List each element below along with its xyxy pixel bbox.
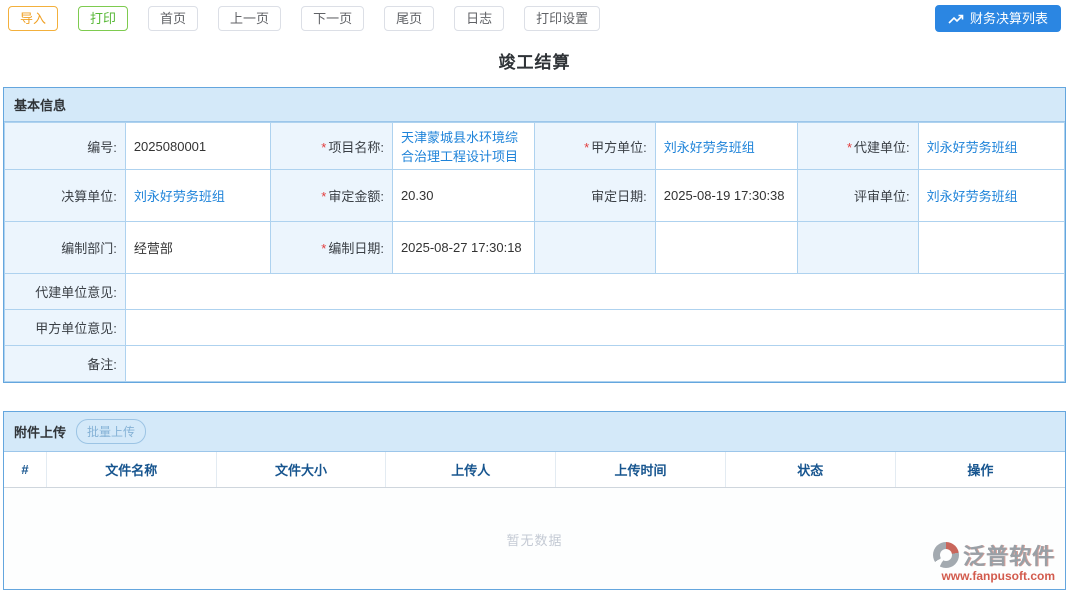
attachments-table: # 文件名称 文件大小 上传人 上传时间 状态 操作 xyxy=(4,452,1065,488)
finance-settlement-list-button[interactable]: 财务决算列表 xyxy=(935,5,1061,32)
empty-value-cell xyxy=(655,222,797,274)
field-settle-unit-label: 决算单位: xyxy=(5,170,126,222)
empty-label-cell xyxy=(797,222,918,274)
review-unit-link[interactable]: 刘永好劳务班组 xyxy=(927,189,1018,204)
field-party-a-opinion-label: 甲方单位意见: xyxy=(5,310,126,346)
prev-page-button[interactable]: 上一页 xyxy=(218,6,281,31)
field-approved-amount-label: *审定金额: xyxy=(271,170,393,222)
party-a-link[interactable]: 刘永好劳务班组 xyxy=(664,140,755,155)
last-page-button[interactable]: 尾页 xyxy=(384,6,434,31)
field-approved-date-label: 审定日期: xyxy=(534,170,655,222)
col-file-name: 文件名称 xyxy=(46,452,216,488)
import-button[interactable]: 导入 xyxy=(8,6,58,31)
empty-state-text: 暂无数据 xyxy=(4,530,1065,549)
col-uploader: 上传人 xyxy=(386,452,556,488)
field-agent-opinion-label: 代建单位意见: xyxy=(5,274,126,310)
page-title: 竣工结算 xyxy=(0,48,1069,73)
batch-upload-button[interactable]: 批量上传 xyxy=(76,419,146,444)
col-actions: 操作 xyxy=(895,452,1065,488)
fanpu-logo-icon xyxy=(933,542,959,568)
field-party-a-label: *甲方单位: xyxy=(534,123,655,170)
field-compile-date-value: 2025-08-27 17:30:18 xyxy=(392,222,534,274)
basic-info-title: 基本信息 xyxy=(14,95,66,114)
field-dept-label: 编制部门: xyxy=(5,222,126,274)
attachments-title: 附件上传 xyxy=(14,422,66,441)
field-code-label: 编号: xyxy=(5,123,126,170)
basic-info-table: 编号: 2025080001 *项目名称: 天津蒙城县水环境综合治理工程设计项目… xyxy=(4,122,1065,382)
attachments-section: 附件上传 批量上传 # 文件名称 文件大小 上传人 上传时间 状态 操作 xyxy=(3,411,1066,590)
watermark-brand: 泛普软件 xyxy=(963,539,1055,571)
print-button[interactable]: 打印 xyxy=(78,6,128,31)
field-remark-value xyxy=(125,346,1064,382)
field-approved-amount-value: 20.30 xyxy=(392,170,534,222)
completion-settlement-page: 导入 打印 首页 上一页 下一页 尾页 日志 打印设置 财务决算列表 竣工结算 … xyxy=(0,0,1069,611)
attachments-section-header: 附件上传 批量上传 xyxy=(4,412,1065,452)
col-index: # xyxy=(4,452,46,488)
attachments-empty-body: 暂无数据 泛普软件 www.fanpusoft.com xyxy=(4,488,1065,589)
field-project-label: *项目名称: xyxy=(271,123,393,170)
field-remark-label: 备注: xyxy=(5,346,126,382)
settle-unit-link[interactable]: 刘永好劳务班组 xyxy=(134,189,225,204)
col-file-size: 文件大小 xyxy=(216,452,386,488)
field-party-a-opinion-value xyxy=(125,310,1064,346)
next-page-button[interactable]: 下一页 xyxy=(301,6,364,31)
field-agent-unit-value: 刘永好劳务班组 xyxy=(918,123,1064,170)
empty-value-cell xyxy=(918,222,1064,274)
field-review-unit-label: 评审单位: xyxy=(797,170,918,222)
agent-unit-link[interactable]: 刘永好劳务班组 xyxy=(927,140,1018,155)
field-project-value: 天津蒙城县水环境综合治理工程设计项目 xyxy=(392,123,534,170)
field-compile-date-label: *编制日期: xyxy=(271,222,393,274)
watermark-url: www.fanpusoft.com xyxy=(933,569,1055,583)
trending-up-icon xyxy=(948,12,964,25)
field-agent-unit-label: *代建单位: xyxy=(797,123,918,170)
watermark: 泛普软件 www.fanpusoft.com xyxy=(933,539,1055,583)
field-review-unit-value: 刘永好劳务班组 xyxy=(918,170,1064,222)
field-approved-date-value: 2025-08-19 17:30:38 xyxy=(655,170,797,222)
basic-info-section: 基本信息 编号: 2025080001 *项目名称: 天津蒙城县水环境综合治理工… xyxy=(3,87,1066,383)
project-link[interactable]: 天津蒙城县水环境综合治理工程设计项目 xyxy=(401,130,518,164)
col-upload-time: 上传时间 xyxy=(556,452,726,488)
field-settle-unit-value: 刘永好劳务班组 xyxy=(125,170,270,222)
attachments-header-row: # 文件名称 文件大小 上传人 上传时间 状态 操作 xyxy=(4,452,1065,488)
first-page-button[interactable]: 首页 xyxy=(148,6,198,31)
empty-label-cell xyxy=(534,222,655,274)
basic-info-section-header: 基本信息 xyxy=(4,88,1065,122)
toolbar: 导入 打印 首页 上一页 下一页 尾页 日志 打印设置 财务决算列表 xyxy=(0,0,1069,38)
print-settings-button[interactable]: 打印设置 xyxy=(524,6,600,31)
finance-settlement-list-label: 财务决算列表 xyxy=(970,12,1048,25)
col-status: 状态 xyxy=(725,452,895,488)
field-dept-value: 经营部 xyxy=(125,222,270,274)
field-agent-opinion-value xyxy=(125,274,1064,310)
field-code-value: 2025080001 xyxy=(125,123,270,170)
log-button[interactable]: 日志 xyxy=(454,6,504,31)
field-party-a-value: 刘永好劳务班组 xyxy=(655,123,797,170)
